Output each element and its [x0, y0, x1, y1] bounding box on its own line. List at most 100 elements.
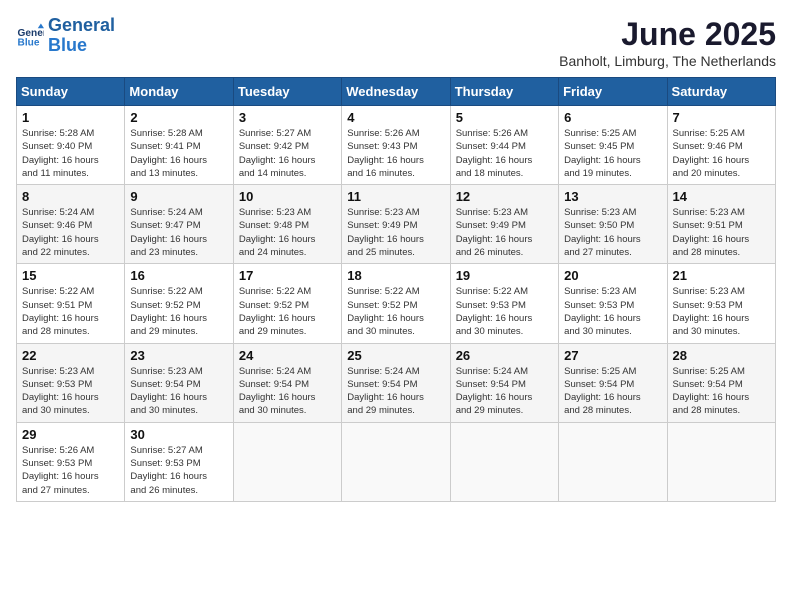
day-info: Sunrise: 5:23 AM Sunset: 9:54 PM Dayligh…: [130, 365, 227, 418]
location: Banholt, Limburg, The Netherlands: [559, 53, 776, 69]
calendar-cell: 16Sunrise: 5:22 AM Sunset: 9:52 PM Dayli…: [125, 264, 233, 343]
calendar-cell: 21 Sunrise: 5:23 AM Sunset: 9:53 PM Dayli…: [667, 264, 775, 343]
day-info: Sunrise: 5:23 AM Sunset: 9:51 PM Dayligh…: [673, 206, 770, 259]
calendar-cell: [233, 422, 341, 501]
calendar-week-row: 15Sunrise: 5:22 AM Sunset: 9:51 PM Dayli…: [17, 264, 776, 343]
day-number: 8: [22, 189, 119, 204]
calendar-cell: 27 Sunrise: 5:25 AM Sunset: 9:54 PM Dayli…: [559, 343, 667, 422]
weekday-header: Thursday: [450, 78, 558, 106]
calendar-cell: 22 Sunrise: 5:23 AM Sunset: 9:53 PM Dayli…: [17, 343, 125, 422]
day-info: Sunrise: 5:25 AM Sunset: 9:54 PM Dayligh…: [564, 365, 661, 418]
day-number: 29: [22, 427, 119, 442]
day-number: 12: [456, 189, 553, 204]
day-number: 6: [564, 110, 661, 125]
day-info: Sunrise: 5:28 AM Sunset: 9:41 PM Dayligh…: [130, 127, 227, 180]
day-number: 7: [673, 110, 770, 125]
day-number: 11: [347, 189, 444, 204]
calendar-cell: 15Sunrise: 5:22 AM Sunset: 9:51 PM Dayli…: [17, 264, 125, 343]
day-number: 17: [239, 268, 336, 283]
day-number: 21: [673, 268, 770, 283]
day-number: 26: [456, 348, 553, 363]
calendar-cell: 11 Sunrise: 5:23 AM Sunset: 9:49 PM Dayli…: [342, 185, 450, 264]
day-info: Sunrise: 5:28 AM Sunset: 9:40 PM Dayligh…: [22, 127, 119, 180]
day-info: Sunrise: 5:23 AM Sunset: 9:53 PM Dayligh…: [673, 285, 770, 338]
day-number: 9: [130, 189, 227, 204]
title-block: June 2025 Banholt, Limburg, The Netherla…: [559, 16, 776, 69]
day-info: Sunrise: 5:25 AM Sunset: 9:45 PM Dayligh…: [564, 127, 661, 180]
day-number: 24: [239, 348, 336, 363]
day-number: 19: [456, 268, 553, 283]
day-number: 5: [456, 110, 553, 125]
day-info: Sunrise: 5:26 AM Sunset: 9:43 PM Dayligh…: [347, 127, 444, 180]
day-number: 27: [564, 348, 661, 363]
logo: General Blue GeneralBlue: [16, 16, 115, 56]
day-info: Sunrise: 5:23 AM Sunset: 9:53 PM Dayligh…: [22, 365, 119, 418]
calendar-cell: 17 Sunrise: 5:22 AM Sunset: 9:52 PM Dayli…: [233, 264, 341, 343]
calendar-cell: 24Sunrise: 5:24 AM Sunset: 9:54 PM Dayli…: [233, 343, 341, 422]
day-info: Sunrise: 5:23 AM Sunset: 9:49 PM Dayligh…: [347, 206, 444, 259]
calendar-cell: [450, 422, 558, 501]
day-info: Sunrise: 5:24 AM Sunset: 9:47 PM Dayligh…: [130, 206, 227, 259]
day-info: Sunrise: 5:27 AM Sunset: 9:42 PM Dayligh…: [239, 127, 336, 180]
day-info: Sunrise: 5:23 AM Sunset: 9:50 PM Dayligh…: [564, 206, 661, 259]
calendar-cell: 20Sunrise: 5:23 AM Sunset: 9:53 PM Dayli…: [559, 264, 667, 343]
day-info: Sunrise: 5:24 AM Sunset: 9:54 PM Dayligh…: [347, 365, 444, 418]
calendar-cell: 19 Sunrise: 5:22 AM Sunset: 9:53 PM Dayli…: [450, 264, 558, 343]
day-info: Sunrise: 5:22 AM Sunset: 9:53 PM Dayligh…: [456, 285, 553, 338]
calendar-cell: 7 Sunrise: 5:25 AM Sunset: 9:46 PM Daylig…: [667, 106, 775, 185]
calendar-week-row: 29 Sunrise: 5:26 AM Sunset: 9:53 PM Dayli…: [17, 422, 776, 501]
day-number: 22: [22, 348, 119, 363]
calendar-table: SundayMondayTuesdayWednesdayThursdayFrid…: [16, 77, 776, 502]
day-info: Sunrise: 5:25 AM Sunset: 9:54 PM Dayligh…: [673, 365, 770, 418]
day-number: 1: [22, 110, 119, 125]
day-number: 28: [673, 348, 770, 363]
day-number: 25: [347, 348, 444, 363]
calendar-cell: 1 Sunrise: 5:28 AM Sunset: 9:40 PM Daylig…: [17, 106, 125, 185]
calendar-cell: 9 Sunrise: 5:24 AM Sunset: 9:47 PM Daylig…: [125, 185, 233, 264]
day-number: 18: [347, 268, 444, 283]
day-info: Sunrise: 5:22 AM Sunset: 9:52 PM Dayligh…: [239, 285, 336, 338]
weekday-header: Saturday: [667, 78, 775, 106]
calendar-cell: [342, 422, 450, 501]
day-info: Sunrise: 5:24 AM Sunset: 9:46 PM Dayligh…: [22, 206, 119, 259]
day-info: Sunrise: 5:25 AM Sunset: 9:46 PM Dayligh…: [673, 127, 770, 180]
logo-icon: General Blue: [16, 22, 44, 50]
weekday-header: Monday: [125, 78, 233, 106]
day-number: 14: [673, 189, 770, 204]
calendar-cell: [667, 422, 775, 501]
day-info: Sunrise: 5:22 AM Sunset: 9:52 PM Dayligh…: [347, 285, 444, 338]
page-header: General Blue GeneralBlue June 2025 Banho…: [16, 16, 776, 69]
calendar-cell: 10 Sunrise: 5:23 AM Sunset: 9:48 PM Dayli…: [233, 185, 341, 264]
day-info: Sunrise: 5:27 AM Sunset: 9:53 PM Dayligh…: [130, 444, 227, 497]
day-info: Sunrise: 5:24 AM Sunset: 9:54 PM Dayligh…: [456, 365, 553, 418]
calendar-cell: 29 Sunrise: 5:26 AM Sunset: 9:53 PM Dayli…: [17, 422, 125, 501]
day-number: 16: [130, 268, 227, 283]
calendar-cell: 5 Sunrise: 5:26 AM Sunset: 9:44 PM Daylig…: [450, 106, 558, 185]
calendar-cell: 18 Sunrise: 5:22 AM Sunset: 9:52 PM Dayli…: [342, 264, 450, 343]
calendar-header-row: SundayMondayTuesdayWednesdayThursdayFrid…: [17, 78, 776, 106]
day-info: Sunrise: 5:26 AM Sunset: 9:44 PM Dayligh…: [456, 127, 553, 180]
calendar-cell: 3 Sunrise: 5:27 AM Sunset: 9:42 PM Daylig…: [233, 106, 341, 185]
weekday-header: Wednesday: [342, 78, 450, 106]
day-number: 20: [564, 268, 661, 283]
weekday-header: Sunday: [17, 78, 125, 106]
calendar-week-row: 8 Sunrise: 5:24 AM Sunset: 9:46 PM Daylig…: [17, 185, 776, 264]
day-info: Sunrise: 5:23 AM Sunset: 9:49 PM Dayligh…: [456, 206, 553, 259]
calendar-cell: 23Sunrise: 5:23 AM Sunset: 9:54 PM Dayli…: [125, 343, 233, 422]
calendar-cell: [559, 422, 667, 501]
calendar-cell: 4Sunrise: 5:26 AM Sunset: 9:43 PM Daylig…: [342, 106, 450, 185]
day-number: 3: [239, 110, 336, 125]
calendar-week-row: 22 Sunrise: 5:23 AM Sunset: 9:53 PM Dayli…: [17, 343, 776, 422]
day-number: 13: [564, 189, 661, 204]
day-number: 2: [130, 110, 227, 125]
calendar-cell: 14 Sunrise: 5:23 AM Sunset: 9:51 PM Dayli…: [667, 185, 775, 264]
day-number: 10: [239, 189, 336, 204]
logo-text: GeneralBlue: [48, 16, 115, 56]
svg-text:Blue: Blue: [18, 37, 40, 48]
day-info: Sunrise: 5:23 AM Sunset: 9:48 PM Dayligh…: [239, 206, 336, 259]
calendar-cell: 2 Sunrise: 5:28 AM Sunset: 9:41 PM Daylig…: [125, 106, 233, 185]
day-info: Sunrise: 5:26 AM Sunset: 9:53 PM Dayligh…: [22, 444, 119, 497]
month-title: June 2025: [559, 16, 776, 53]
calendar-cell: 26 Sunrise: 5:24 AM Sunset: 9:54 PM Dayli…: [450, 343, 558, 422]
calendar-cell: 6 Sunrise: 5:25 AM Sunset: 9:45 PM Daylig…: [559, 106, 667, 185]
